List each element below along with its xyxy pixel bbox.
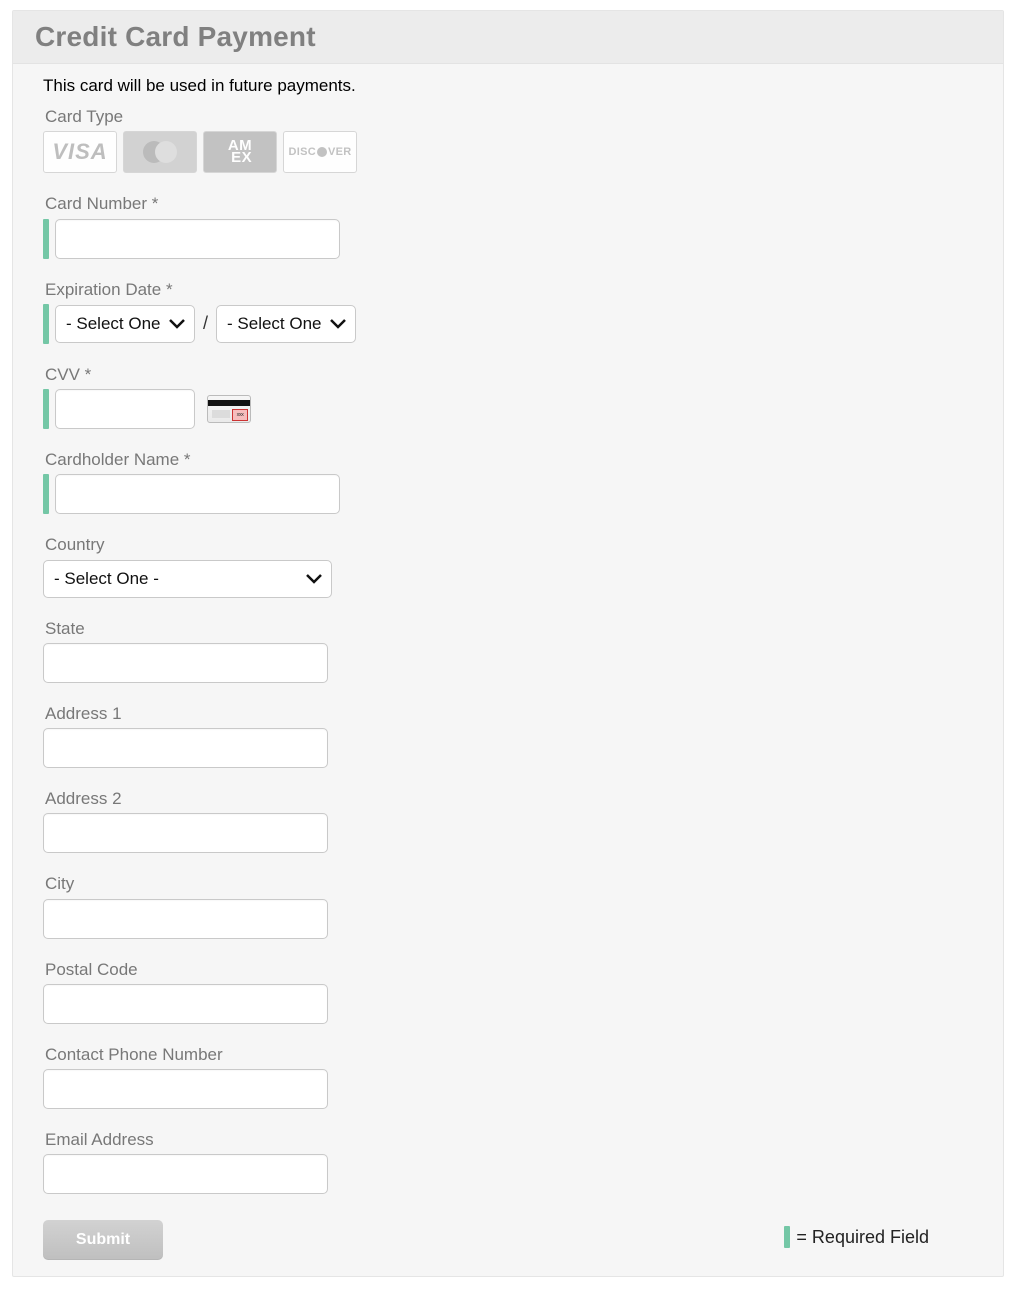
address1-field: Address 1 bbox=[43, 703, 973, 768]
discover-icon: DISCVER bbox=[283, 131, 357, 173]
postal-input[interactable] bbox=[43, 984, 328, 1024]
card-number-input[interactable] bbox=[55, 219, 340, 259]
cardholder-field: Cardholder Name * bbox=[43, 449, 973, 514]
address2-input[interactable] bbox=[43, 813, 328, 853]
expiration-label: Expiration Date * bbox=[45, 279, 973, 300]
required-legend-text: = Required Field bbox=[796, 1227, 929, 1248]
expiration-field: Expiration Date * - Select One / - Selec… bbox=[43, 279, 973, 344]
postal-label: Postal Code bbox=[45, 959, 973, 980]
address2-label: Address 2 bbox=[45, 788, 973, 809]
page-title: Credit Card Payment bbox=[35, 21, 985, 53]
intro-text: This card will be used in future payment… bbox=[43, 76, 973, 96]
card-type-field: Card Type VISA AMEX DISCVER bbox=[43, 106, 973, 173]
cvv-label: CVV * bbox=[45, 364, 973, 385]
exp-year-select-wrap: - Select One bbox=[216, 305, 356, 343]
cardholder-label: Cardholder Name * bbox=[45, 449, 973, 470]
card-brand-row: VISA AMEX DISCVER bbox=[43, 131, 973, 173]
mastercard-icon bbox=[123, 131, 197, 173]
cvv-hint-icon: xxx bbox=[207, 395, 251, 423]
visa-icon: VISA bbox=[43, 131, 117, 173]
exp-month-select-wrap: - Select One bbox=[55, 305, 195, 343]
required-legend: = Required Field bbox=[784, 1226, 929, 1248]
address2-field: Address 2 bbox=[43, 788, 973, 853]
city-input[interactable] bbox=[43, 899, 328, 939]
card-type-label: Card Type bbox=[45, 106, 973, 127]
email-input[interactable] bbox=[43, 1154, 328, 1194]
exp-year-select[interactable]: - Select One bbox=[217, 306, 358, 342]
date-separator: / bbox=[201, 313, 210, 334]
payment-panel: Credit Card Payment This card will be us… bbox=[12, 10, 1004, 1277]
address1-input[interactable] bbox=[43, 728, 328, 768]
state-field: State bbox=[43, 618, 973, 683]
state-label: State bbox=[45, 618, 973, 639]
cardholder-input[interactable] bbox=[55, 474, 340, 514]
required-indicator-icon bbox=[784, 1226, 790, 1248]
city-field: City bbox=[43, 873, 973, 938]
state-input[interactable] bbox=[43, 643, 328, 683]
card-number-field: Card Number * bbox=[43, 193, 973, 258]
required-indicator-icon bbox=[43, 474, 49, 514]
cvv-field: CVV * xxx bbox=[43, 364, 973, 429]
country-field: Country - Select One - bbox=[43, 534, 973, 597]
city-label: City bbox=[45, 873, 973, 894]
panel-body: This card will be used in future payment… bbox=[13, 64, 1003, 1276]
country-label: Country bbox=[45, 534, 973, 555]
postal-field: Postal Code bbox=[43, 959, 973, 1024]
phone-field: Contact Phone Number bbox=[43, 1044, 973, 1109]
panel-header: Credit Card Payment bbox=[13, 11, 1003, 64]
phone-label: Contact Phone Number bbox=[45, 1044, 973, 1065]
cvv-input[interactable] bbox=[55, 389, 195, 429]
email-label: Email Address bbox=[45, 1129, 973, 1150]
required-indicator-icon bbox=[43, 304, 49, 344]
submit-button[interactable]: Submit bbox=[43, 1220, 163, 1260]
required-indicator-icon bbox=[43, 389, 49, 429]
country-select[interactable]: - Select One - bbox=[44, 561, 331, 597]
country-select-wrap: - Select One - bbox=[43, 560, 332, 598]
exp-month-select[interactable]: - Select One bbox=[56, 306, 197, 342]
address1-label: Address 1 bbox=[45, 703, 973, 724]
required-indicator-icon bbox=[43, 219, 49, 259]
amex-icon: AMEX bbox=[203, 131, 277, 173]
card-number-label: Card Number * bbox=[45, 193, 973, 214]
phone-input[interactable] bbox=[43, 1069, 328, 1109]
email-field: Email Address bbox=[43, 1129, 973, 1194]
